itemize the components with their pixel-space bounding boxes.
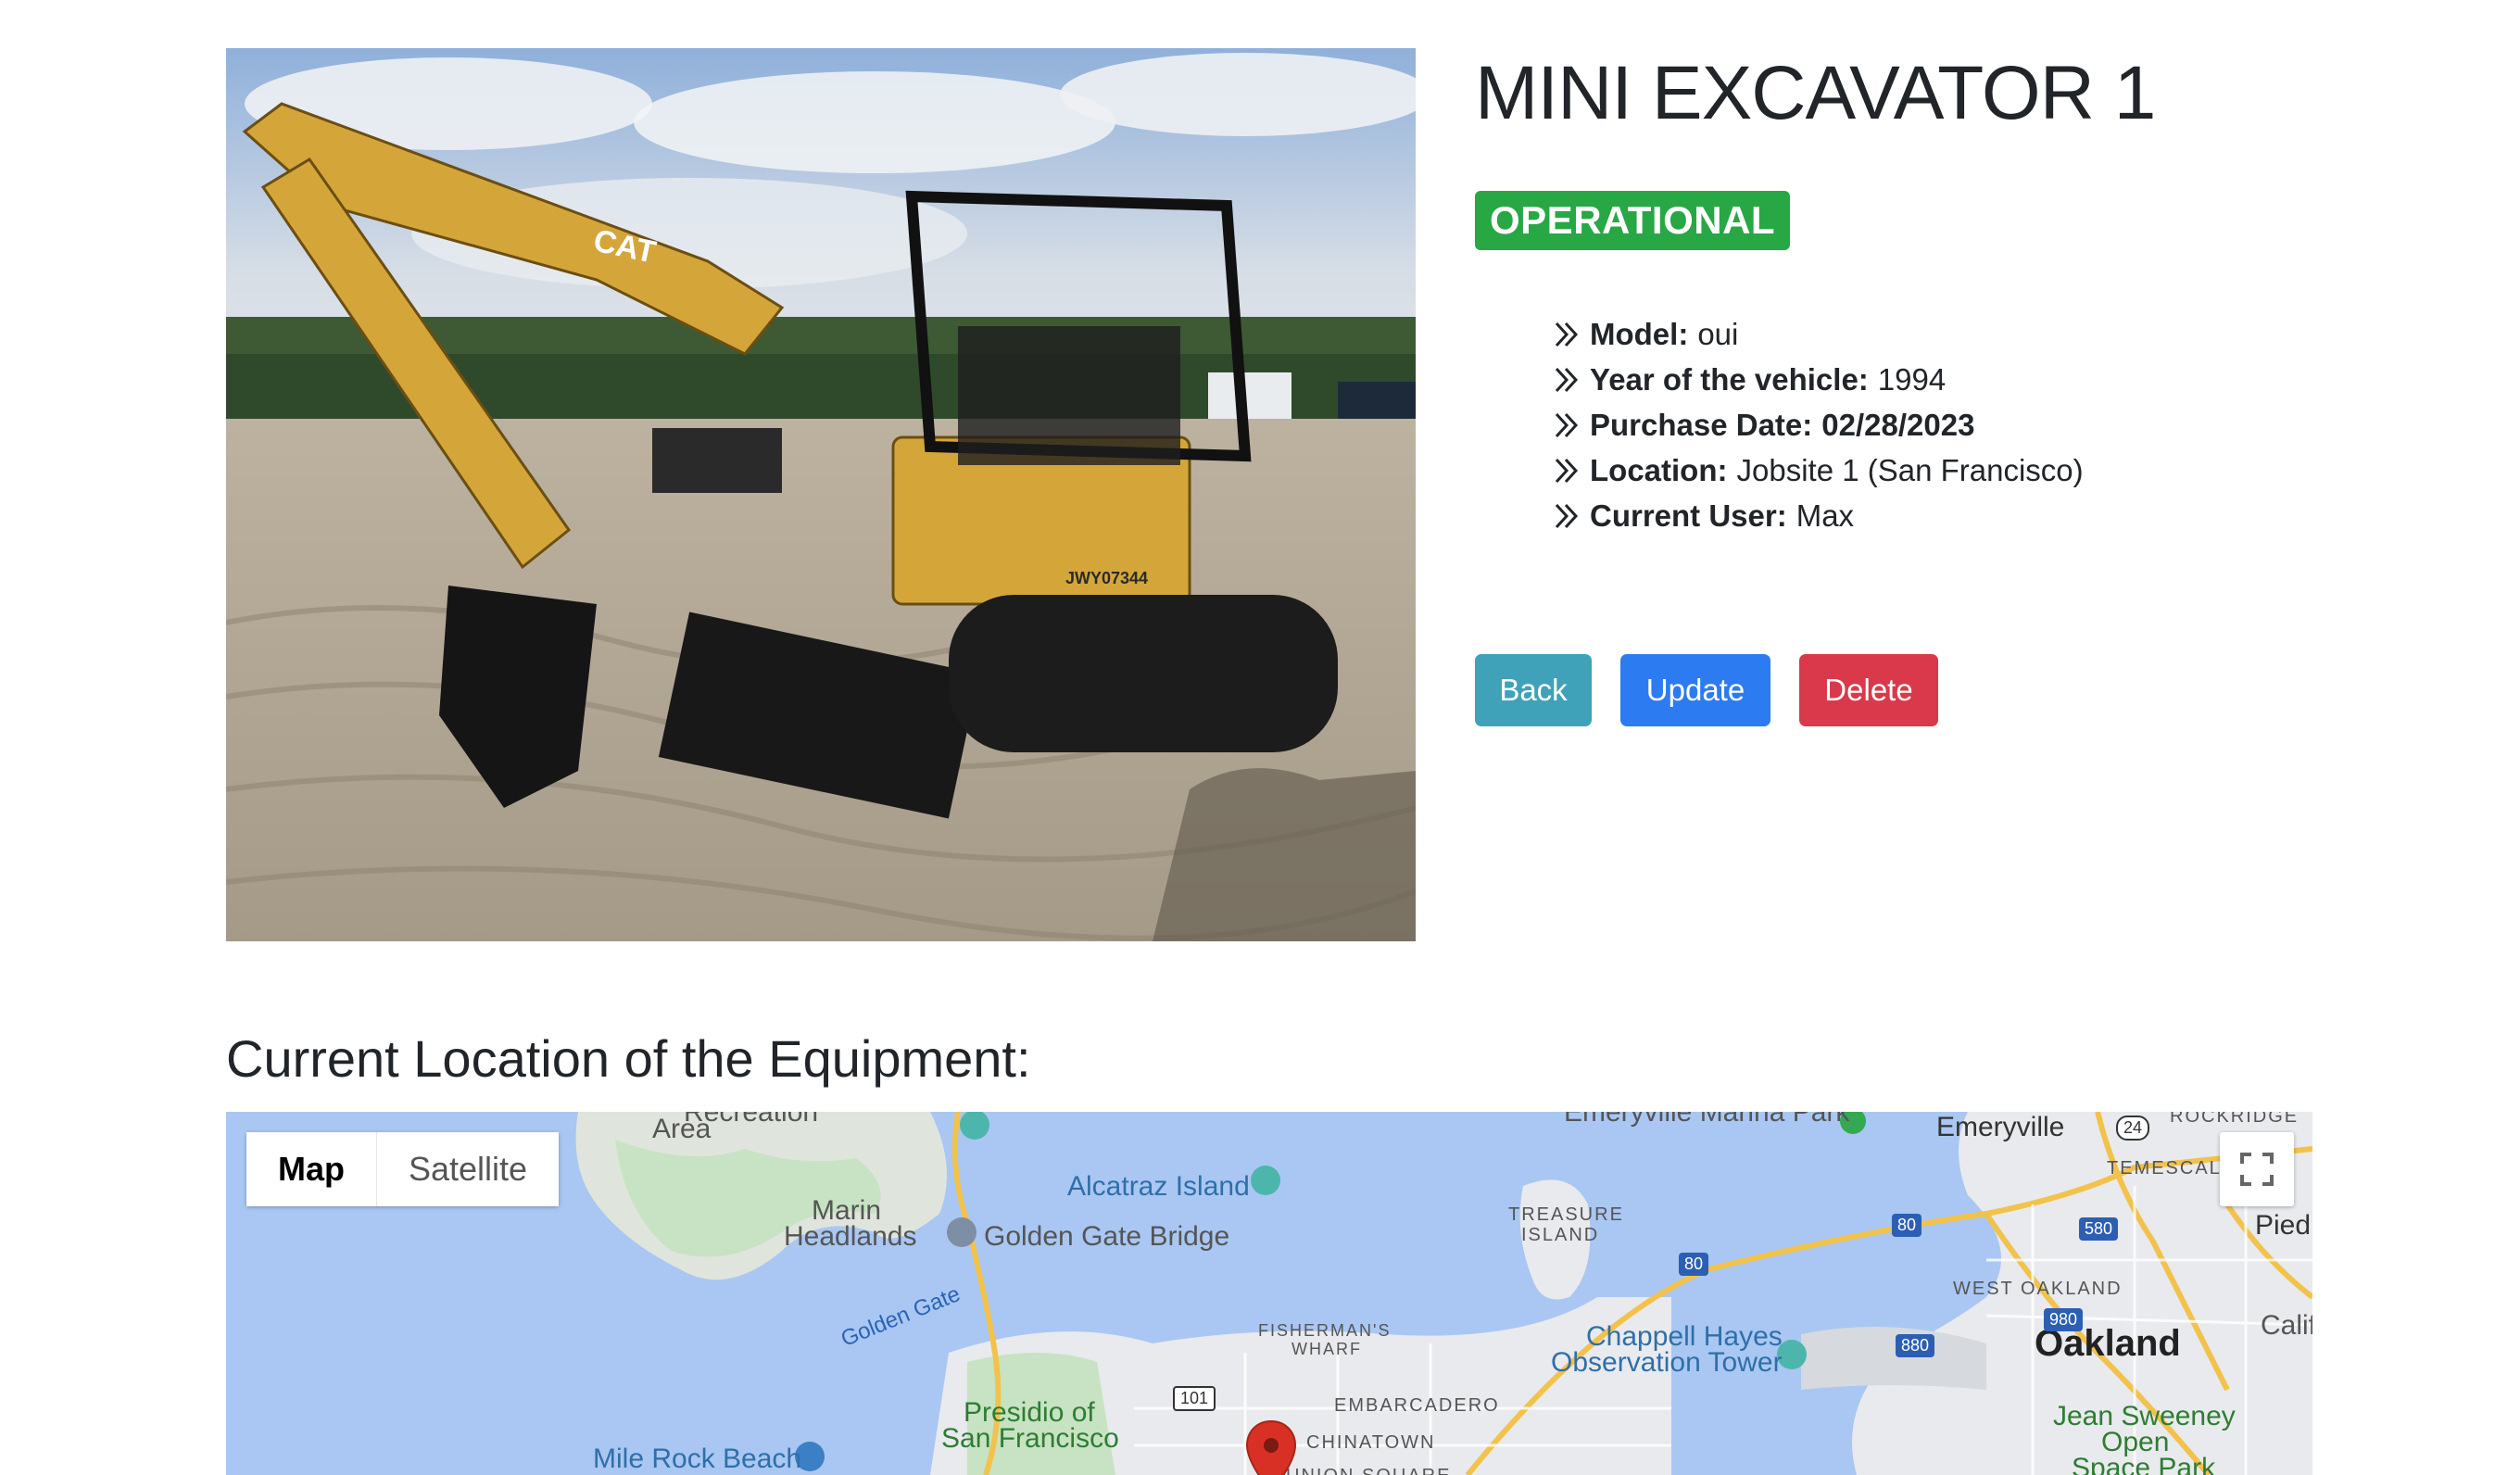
highway-shield: 80 [1679,1253,1709,1276]
spec-location: Location: Jobsite 1 (San Francisco) [1553,448,2084,493]
update-button[interactable]: Update [1620,654,1770,726]
spec-label: Current User: [1590,498,1787,533]
highway-shield: 101 [1173,1386,1216,1411]
spec-current-user: Current User: Max [1553,493,2084,538]
highway-shield: 880 [1896,1334,1935,1357]
map-type-control: Map Satellite [246,1132,560,1206]
photo-serial-text: JWY07344 [1065,569,1148,587]
map-label-emeryville: Emeryville [1936,1112,2065,1142]
map-label-emeryville-marina: Emeryville Marina Park [1564,1112,1850,1128]
spec-label: Year of the vehicle: [1590,361,1869,397]
spec-value: Max [1796,498,1855,533]
highway-shield: 980 [2044,1308,2084,1331]
spec-label: Purchase Date: [1590,407,1813,442]
map-section-heading: Current Location of the Equipment: [226,1029,1031,1088]
delete-button[interactable]: Delete [1799,654,1938,726]
equipment-photo: CAT JWY07344 [226,48,1416,941]
map-label-west-oakland: WEST OAKLAND [1953,1279,2123,1299]
map-label-fishermans-1: FISHERMAN'S [1258,1321,1392,1340]
back-button[interactable]: Back [1475,654,1592,726]
map-label-chappell-2: Observation Tower [1551,1347,1783,1378]
spec-value: 02/28/2023 [1821,407,1975,442]
equipment-specs-list: Model: oui Year of the vehicle: 1994 Pur… [1553,311,2084,538]
map-label-union-square: UNION SQUARE [1286,1466,1451,1475]
map-type-map-button[interactable]: Map [246,1132,377,1206]
double-chevron-right-icon [1555,412,1579,437]
location-map[interactable]: Recreation Area Marin Headlands Golden G… [226,1112,2312,1475]
highway-shield: 24 [2116,1116,2150,1141]
map-label-rockridge: ROCKRIDGE [2170,1112,2300,1127]
double-chevron-right-icon [1555,503,1579,528]
spec-label: Location: [1590,452,1728,487]
spec-value: Jobsite 1 (San Francisco) [1736,452,2084,487]
location-pin-icon[interactable] [1245,1419,1297,1475]
double-chevron-right-icon [1555,367,1579,392]
map-label-treasure-1: TREASURE [1508,1204,1624,1225]
map-label-alcatraz: Alcatraz Island [1067,1171,1250,1202]
map-label-piedmont: Piedi [2255,1210,2312,1241]
map-label-chinatown: CHINATOWN [1306,1432,1436,1453]
map-label-california: Calif [2261,1310,2312,1341]
double-chevron-right-icon [1555,321,1579,347]
spec-year: Year of the vehicle: 1994 [1553,357,2084,402]
spec-value: oui [1697,316,1739,351]
map-label-jean-3: Space Park [2072,1453,2216,1475]
map-label-mile-rock: Mile Rock Beach [593,1443,802,1474]
map-label-marin-2: Headlands [784,1221,917,1252]
map-label-treasure-2: ISLAND [1521,1225,1600,1245]
spec-value: 1994 [1877,361,1947,397]
spec-model: Model: oui [1553,311,2084,357]
map-type-satellite-button[interactable]: Satellite [377,1132,560,1206]
map-label-presidio-2: San Francisco [941,1423,1119,1454]
excavator-image: CAT JWY07344 [226,48,1416,941]
equipment-title: MINI EXCAVATOR 1 [1475,51,2156,135]
double-chevron-right-icon [1555,458,1579,483]
map-fullscreen-button[interactable] [2220,1132,2294,1206]
map-label-temescal: TEMESCAL [2107,1158,2222,1179]
map-label-embarcadero: EMBARCADERO [1334,1395,1500,1416]
status-badge: OPERATIONAL [1475,191,1791,250]
map-label-fishermans-2: WHARF [1292,1340,1362,1358]
highway-shield: 80 [1892,1214,1922,1237]
equipment-detail-page: CAT JWY07344 MINI EXCAVATOR 1 OPERATIONA… [0,0,2520,1475]
spec-purchase-date: Purchase Date: 02/28/2023 [1553,402,2084,448]
highway-shield: 580 [2079,1217,2119,1241]
spec-label: Model: [1590,316,1689,351]
map-label-recreation-area: Area [652,1114,712,1144]
map-label-golden-gate-bridge: Golden Gate Bridge [984,1221,1230,1252]
fullscreen-icon [2240,1153,2274,1186]
